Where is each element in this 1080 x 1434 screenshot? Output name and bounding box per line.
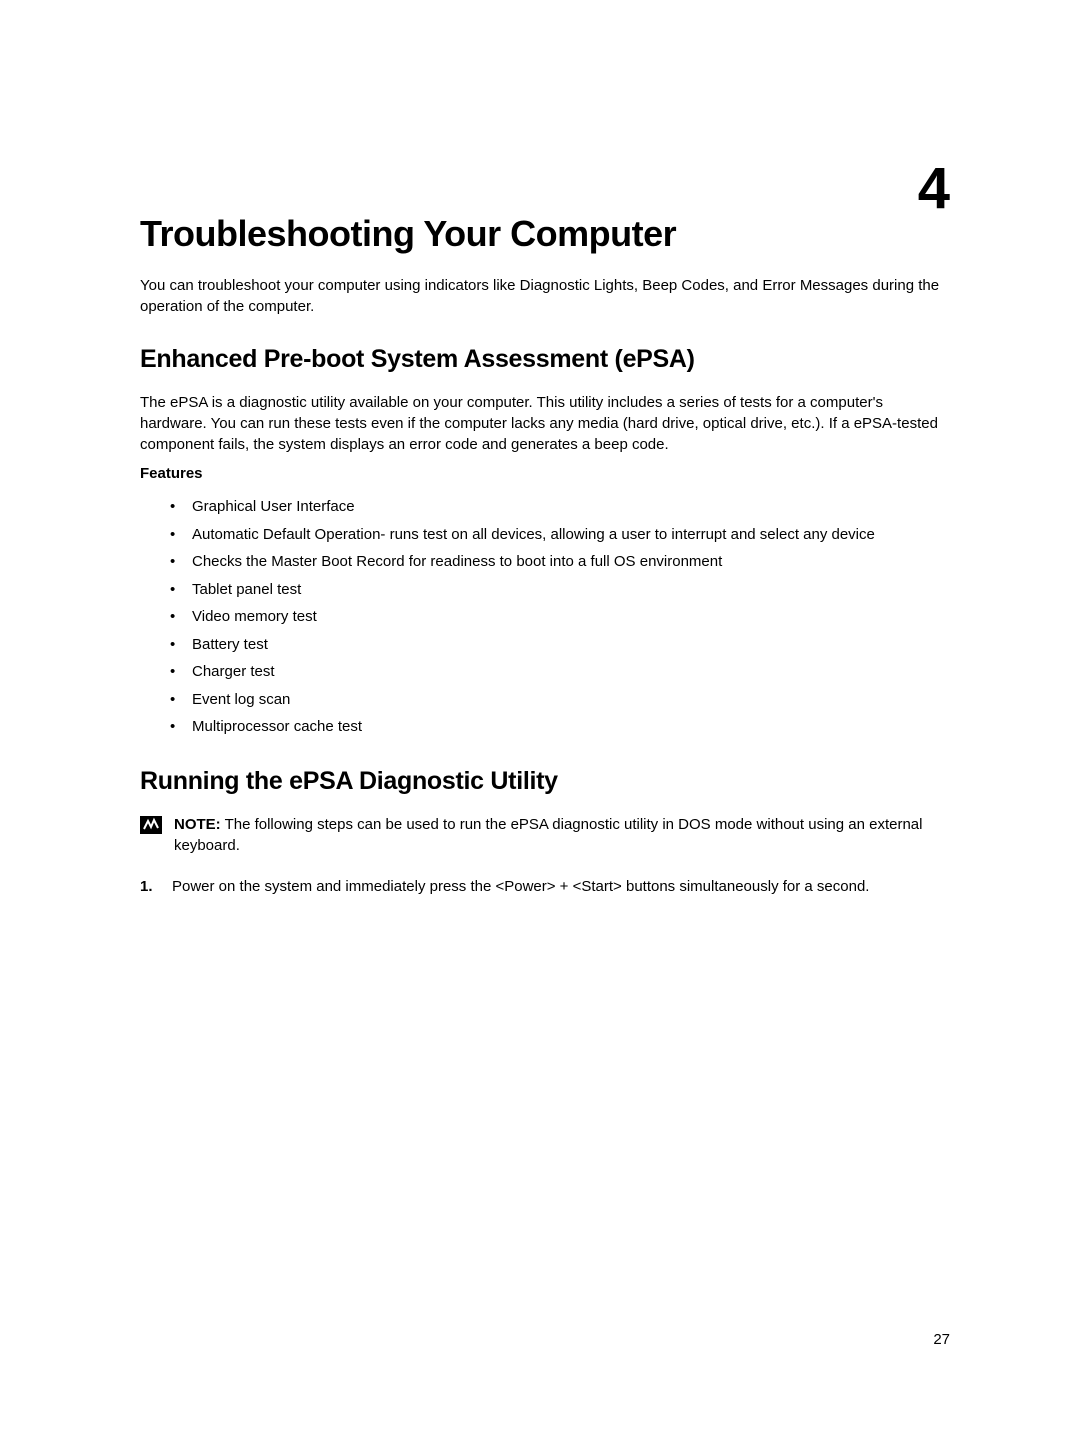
- chapter-number: 4: [918, 155, 950, 222]
- step-number: 1.: [140, 876, 172, 897]
- feature-item: Charger test: [192, 661, 950, 684]
- step-item: 1. Power on the system and immediately p…: [140, 876, 950, 897]
- feature-item: Video memory test: [192, 606, 950, 629]
- feature-item: Battery test: [192, 634, 950, 657]
- feature-item: Multiprocessor cache test: [192, 716, 950, 739]
- feature-list: Graphical User Interface Automatic Defau…: [140, 496, 950, 739]
- section-epsa-text: The ePSA is a diagnostic utility availab…: [140, 392, 950, 455]
- feature-item: Tablet panel test: [192, 579, 950, 602]
- features-heading: Features: [140, 465, 950, 482]
- intro-text: You can troubleshoot your computer using…: [140, 275, 950, 317]
- step-text: Power on the system and immediately pres…: [172, 876, 950, 897]
- note-label: NOTE:: [174, 816, 221, 833]
- main-title: Troubleshooting Your Computer: [140, 213, 950, 255]
- note-text: NOTE: The following steps can be used to…: [174, 814, 950, 856]
- note-body: The following steps can be used to run t…: [174, 816, 922, 854]
- note-icon: [140, 816, 162, 834]
- feature-item: Event log scan: [192, 689, 950, 712]
- note-block: NOTE: The following steps can be used to…: [140, 814, 950, 856]
- step-list: 1. Power on the system and immediately p…: [140, 876, 950, 897]
- section-running-title: Running the ePSA Diagnostic Utility: [140, 767, 950, 796]
- feature-item: Automatic Default Operation- runs test o…: [192, 524, 950, 547]
- section-epsa-title: Enhanced Pre-boot System Assessment (ePS…: [140, 345, 950, 374]
- page-number: 27: [933, 1331, 950, 1348]
- feature-item: Graphical User Interface: [192, 496, 950, 519]
- feature-item: Checks the Master Boot Record for readin…: [192, 551, 950, 574]
